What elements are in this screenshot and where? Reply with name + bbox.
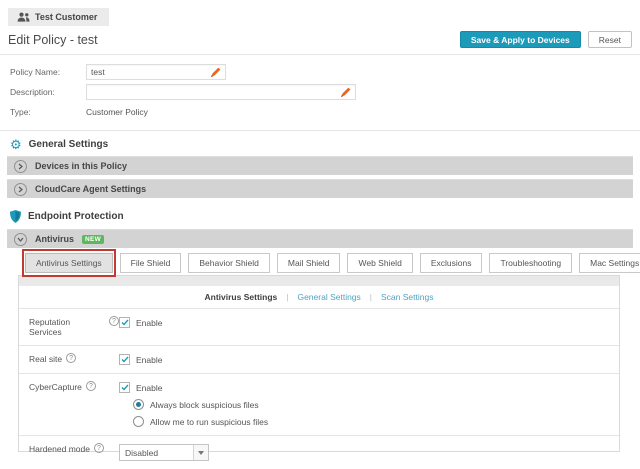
antivirus-settings-panel: Antivirus Settings | General Settings | …	[18, 275, 620, 452]
checkbox-label: Enable	[136, 383, 162, 393]
description-input-wrap	[86, 84, 356, 100]
policy-name-row: Policy Name:	[10, 62, 630, 82]
checkbox-label: Enable	[136, 355, 162, 365]
radio-label: Always block suspicious files	[150, 400, 259, 410]
tab-antivirus-settings[interactable]: Antivirus Settings	[25, 253, 113, 273]
shield-icon	[10, 210, 21, 223]
reputation-services-row: Reputation Services ? Enable	[19, 308, 619, 345]
description-row: Description:	[10, 82, 630, 102]
hardened-mode-row: Hardened mode ? Disabled	[19, 435, 619, 469]
help-icon[interactable]: ?	[86, 381, 96, 391]
policy-name-label: Policy Name:	[10, 67, 86, 77]
devices-bar-label: Devices in this Policy	[35, 161, 127, 171]
tab-label: File Shield	[131, 258, 171, 268]
new-badge: NEW	[82, 235, 104, 244]
help-icon[interactable]: ?	[94, 443, 104, 453]
tab-mac-settings[interactable]: Mac Settings NEW	[579, 253, 640, 273]
endpoint-protection-header: Endpoint Protection	[0, 202, 640, 229]
tab-label: Behavior Shield	[199, 258, 259, 268]
endpoint-protection-title: Endpoint Protection	[28, 211, 124, 222]
subnav-link-scan-settings[interactable]: Scan Settings	[381, 292, 433, 302]
section-bar-devices[interactable]: Devices in this Policy	[7, 156, 633, 175]
chevron-down-icon	[14, 233, 27, 246]
radio-label: Allow me to run suspicious files	[150, 417, 268, 427]
policy-name-input[interactable]	[87, 65, 209, 79]
real-site-enable-checkbox[interactable]	[119, 354, 130, 365]
save-apply-button[interactable]: Save & Apply to Devices	[460, 31, 581, 48]
title-row: Edit Policy - test Save & Apply to Devic…	[0, 26, 640, 48]
description-label: Description:	[10, 87, 86, 97]
page-title: Edit Policy - test	[8, 33, 98, 47]
hardened-mode-label: Hardened mode ?	[29, 444, 119, 461]
cloudcare-bar-label: CloudCare Agent Settings	[35, 184, 146, 194]
tab-label: Troubleshooting	[500, 258, 561, 268]
cybercapture-enable-checkbox[interactable]	[119, 382, 130, 393]
tab-behavior-shield[interactable]: Behavior Shield	[188, 253, 270, 273]
real-site-row: Real site ? Enable	[19, 345, 619, 373]
reputation-services-label: Reputation Services ?	[29, 317, 119, 337]
tab-file-shield[interactable]: File Shield	[120, 253, 182, 273]
policy-form: Policy Name: Description: Type: Customer…	[0, 55, 640, 124]
translate-edit-icon[interactable]	[209, 66, 223, 78]
setting-label-text: Hardened mode	[29, 444, 90, 454]
policy-name-input-wrap	[86, 64, 226, 80]
people-icon	[17, 12, 30, 22]
reputation-enable-checkbox[interactable]	[119, 317, 130, 328]
description-input[interactable]	[87, 85, 339, 99]
hardened-mode-select[interactable]: Disabled	[119, 444, 209, 461]
tab-label: Mac Settings	[590, 258, 639, 268]
gear-icon: ⚙	[10, 139, 22, 150]
type-value: Customer Policy	[86, 107, 148, 117]
general-settings-header: ⚙ General Settings	[0, 131, 640, 156]
cybercapture-label: CyberCapture ?	[29, 382, 119, 427]
subnav-link-general-settings[interactable]: General Settings	[297, 292, 360, 302]
subnav-separator: |	[286, 292, 288, 302]
tab-label: Exclusions	[431, 258, 472, 268]
setting-label-text: Real site	[29, 354, 62, 364]
tab-label: Web Shield	[358, 258, 401, 268]
real-site-label: Real site ?	[29, 354, 119, 365]
subnav-separator: |	[370, 292, 372, 302]
type-row: Type: Customer Policy	[10, 102, 630, 122]
translate-edit-icon[interactable]	[339, 86, 353, 98]
select-value: Disabled	[120, 448, 193, 458]
reset-button[interactable]: Reset	[588, 31, 632, 48]
policy-editor-page: Test Customer Edit Policy - test Save & …	[0, 0, 640, 427]
help-icon[interactable]: ?	[66, 353, 76, 363]
checkbox-label: Enable	[136, 318, 162, 328]
tab-web-shield[interactable]: Web Shield	[347, 253, 412, 273]
radio-always-block[interactable]	[133, 399, 144, 410]
tab-mail-shield[interactable]: Mail Shield	[277, 253, 341, 273]
cybercapture-row: CyberCapture ? Enable Always block suspi…	[19, 373, 619, 435]
radio-allow-run[interactable]	[133, 416, 144, 427]
section-bar-cloudcare-agent[interactable]: CloudCare Agent Settings	[7, 179, 633, 198]
tab-troubleshooting[interactable]: Troubleshooting	[489, 253, 572, 273]
subnav-current: Antivirus Settings	[205, 292, 278, 302]
chevron-down-icon	[193, 445, 208, 460]
customer-tab-label: Test Customer	[35, 12, 97, 22]
antivirus-tab-strip: Antivirus Settings File Shield Behavior …	[25, 253, 640, 273]
panel-top-strip	[19, 276, 619, 286]
chevron-right-icon	[14, 183, 27, 196]
tab-label: Mail Shield	[288, 258, 330, 268]
general-settings-title: General Settings	[29, 139, 108, 150]
customer-tab[interactable]: Test Customer	[8, 8, 109, 26]
chevron-right-icon	[14, 160, 27, 173]
section-bar-antivirus[interactable]: Antivirus NEW	[7, 229, 633, 248]
setting-label-text: CyberCapture	[29, 382, 82, 392]
tab-label: Antivirus Settings	[36, 258, 102, 268]
antivirus-bar-label: Antivirus	[35, 234, 74, 244]
settings-subnav: Antivirus Settings | General Settings | …	[19, 286, 619, 308]
help-icon[interactable]: ?	[109, 316, 119, 326]
type-label: Type:	[10, 107, 86, 117]
tab-exclusions[interactable]: Exclusions	[420, 253, 483, 273]
setting-label-text: Reputation Services	[29, 317, 105, 337]
